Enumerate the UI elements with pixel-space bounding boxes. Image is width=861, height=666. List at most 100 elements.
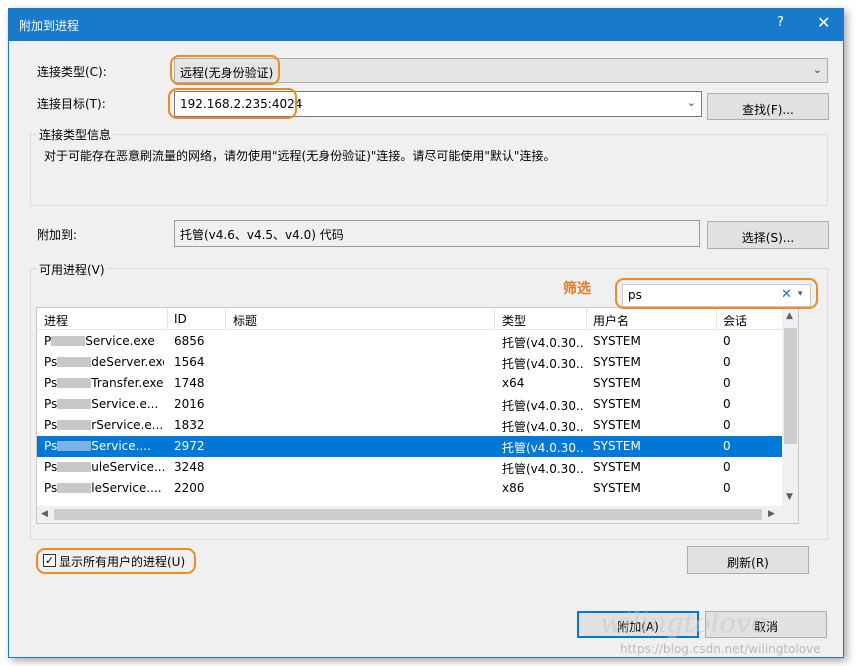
process-id-cell: 3248 bbox=[174, 460, 205, 474]
attach-to-value: 托管(v4.6、v4.5、v4.0) 代码 bbox=[180, 228, 344, 242]
process-type-cell: x64 bbox=[502, 376, 525, 390]
window-title: 附加到进程 bbox=[19, 19, 80, 33]
connection-info-text: 对于可能存在恶意刷流量的网络，请勿使用"远程(无身份验证)"连接。请尽可能使用"… bbox=[44, 149, 556, 163]
process-session-cell: 0 bbox=[723, 481, 731, 495]
scroll-left-icon[interactable]: ◀ bbox=[41, 509, 48, 519]
process-name-prefix: Ps bbox=[44, 376, 58, 390]
redacted-text bbox=[57, 461, 92, 472]
process-name-suffix: rService.e... bbox=[91, 418, 164, 432]
column-separator[interactable] bbox=[494, 308, 495, 330]
column-header-process[interactable]: 进程 bbox=[44, 312, 68, 329]
process-row[interactable]: Ps rService.e... 1832 托管(v4.0.30... SYSTEM 0 bbox=[37, 415, 782, 436]
process-name-cell: Ps leService.... bbox=[44, 481, 164, 495]
process-name-cell: Ps uleService.... bbox=[44, 460, 164, 474]
process-name-suffix: leService.... bbox=[91, 481, 162, 495]
process-name-suffix: Transfer.exe bbox=[91, 376, 164, 390]
process-name-cell: Ps rService.e... bbox=[44, 418, 164, 432]
process-type-cell: 托管(v4.0.30... bbox=[502, 336, 584, 350]
highlight-connection-type bbox=[170, 55, 280, 85]
redacted-text bbox=[57, 377, 92, 388]
process-type-cell: 托管(v4.0.30... bbox=[502, 357, 584, 371]
column-header-title[interactable]: 标题 bbox=[233, 312, 257, 329]
connection-target-label: 连接目标(T): bbox=[37, 97, 106, 111]
process-id-cell: 2016 bbox=[174, 397, 205, 411]
process-session-cell: 0 bbox=[723, 439, 731, 453]
scroll-up-icon[interactable]: ▲ bbox=[786, 311, 793, 321]
highlight-filter bbox=[615, 278, 818, 309]
process-id-cell: 2972 bbox=[174, 439, 205, 453]
process-id-cell: 1748 bbox=[174, 376, 205, 390]
process-list-header: 进程 ID 标题 类型 用户名 会话 bbox=[37, 308, 782, 330]
process-user-cell: SYSTEM bbox=[593, 376, 641, 390]
redacted-text bbox=[51, 335, 86, 346]
column-header-type[interactable]: 类型 bbox=[502, 312, 526, 329]
column-separator[interactable] bbox=[225, 308, 226, 330]
connection-info-title: 连接类型信息 bbox=[37, 126, 114, 143]
help-icon[interactable]: ? bbox=[777, 15, 784, 30]
process-id-cell: 1832 bbox=[174, 418, 205, 432]
process-user-cell: SYSTEM bbox=[593, 481, 641, 495]
close-icon[interactable]: ✕ bbox=[817, 13, 830, 32]
attach-to-label: 附加到: bbox=[37, 228, 78, 242]
process-session-cell: 0 bbox=[723, 460, 731, 474]
process-name-prefix: Ps bbox=[44, 460, 58, 474]
scroll-down-icon[interactable]: ▼ bbox=[786, 492, 793, 502]
column-separator[interactable] bbox=[167, 308, 168, 330]
process-user-cell: SYSTEM bbox=[593, 355, 641, 369]
process-name-cell: Ps Transfer.exe bbox=[44, 376, 164, 390]
column-separator[interactable] bbox=[586, 308, 587, 330]
process-type-cell: 托管(v4.0.30... bbox=[502, 462, 584, 476]
chevron-down-icon[interactable]: ⌄ bbox=[687, 96, 696, 109]
select-button[interactable]: 选择(S)... bbox=[707, 221, 829, 249]
process-user-cell: SYSTEM bbox=[593, 334, 641, 348]
process-name-prefix: Ps bbox=[44, 481, 58, 495]
process-user-cell: SYSTEM bbox=[593, 418, 641, 432]
process-type-cell: x86 bbox=[502, 481, 525, 495]
process-name-suffix: Service.e... bbox=[91, 397, 159, 411]
process-row[interactable]: P Service.exe 6856 托管(v4.0.30... SYSTEM 0 bbox=[37, 331, 782, 352]
chevron-down-icon: ⌄ bbox=[812, 63, 822, 76]
process-row[interactable]: Ps Service.... 2972 托管(v4.0.30... SYSTEM 0 bbox=[37, 436, 782, 457]
find-button[interactable]: 查找(F)... bbox=[707, 93, 829, 120]
horizontal-scrollbar[interactable]: ◀ ▶ bbox=[37, 506, 782, 523]
process-session-cell: 0 bbox=[723, 418, 731, 432]
column-header-id[interactable]: ID bbox=[174, 312, 187, 326]
process-session-cell: 0 bbox=[723, 376, 731, 390]
column-header-session[interactable]: 会话 bbox=[723, 312, 747, 329]
process-session-cell: 0 bbox=[723, 397, 731, 411]
watermark: wilingtolove bbox=[600, 608, 767, 639]
column-header-user[interactable]: 用户名 bbox=[593, 312, 629, 329]
process-row[interactable]: Ps Transfer.exe 1748 x64 SYSTEM 0 bbox=[37, 373, 782, 394]
process-row[interactable]: Ps deServer.exe 1564 托管(v4.0.30... SYSTEM 0 bbox=[37, 352, 782, 373]
redacted-text bbox=[57, 398, 92, 409]
process-name-suffix: uleService.... bbox=[91, 460, 164, 474]
process-name-suffix: Service.exe bbox=[85, 334, 155, 348]
process-id-cell: 2200 bbox=[174, 481, 205, 495]
process-user-cell: SYSTEM bbox=[593, 397, 641, 411]
process-name-cell: Ps deServer.exe bbox=[44, 355, 164, 369]
redacted-text bbox=[57, 419, 92, 430]
process-type-cell: 托管(v4.0.30... bbox=[502, 441, 584, 455]
watermark-url: https://blog.csdn.net/wilingtolove bbox=[620, 642, 821, 656]
find-button-label: 查找(F)... bbox=[742, 103, 794, 117]
process-list[interactable]: 进程 ID 标题 类型 用户名 会话 P Service.exe 6856 托管(v4… bbox=[36, 307, 799, 524]
process-id-cell: 6856 bbox=[174, 334, 205, 348]
process-name-prefix: Ps bbox=[44, 418, 58, 432]
scroll-right-icon[interactable]: ▶ bbox=[768, 509, 775, 519]
redacted-text bbox=[57, 356, 92, 367]
refresh-button[interactable]: 刷新(R) bbox=[687, 546, 809, 574]
column-separator[interactable] bbox=[716, 308, 717, 330]
title-bar[interactable]: 附加到进程 ? ✕ bbox=[9, 9, 843, 41]
refresh-button-label: 刷新(R) bbox=[727, 556, 769, 570]
vertical-scroll-thumb[interactable] bbox=[784, 328, 797, 444]
process-row[interactable]: Ps leService.... 2200 x86 SYSTEM 0 bbox=[37, 478, 782, 499]
process-name-suffix: Service.... bbox=[91, 439, 151, 453]
process-name-suffix: deServer.exe bbox=[91, 355, 164, 369]
process-row[interactable]: Ps Service.e... 2016 托管(v4.0.30... SYSTEM 0 bbox=[37, 394, 782, 415]
connection-info-group bbox=[30, 134, 828, 206]
process-name-prefix: Ps bbox=[44, 355, 58, 369]
vertical-scrollbar[interactable]: ▲ ▼ bbox=[782, 308, 798, 506]
process-row[interactable]: Ps uleService.... 3248 托管(v4.0.30... SYSTEM 0 bbox=[37, 457, 782, 478]
process-type-cell: 托管(v4.0.30... bbox=[502, 420, 584, 434]
horizontal-scroll-thumb[interactable] bbox=[54, 509, 762, 520]
